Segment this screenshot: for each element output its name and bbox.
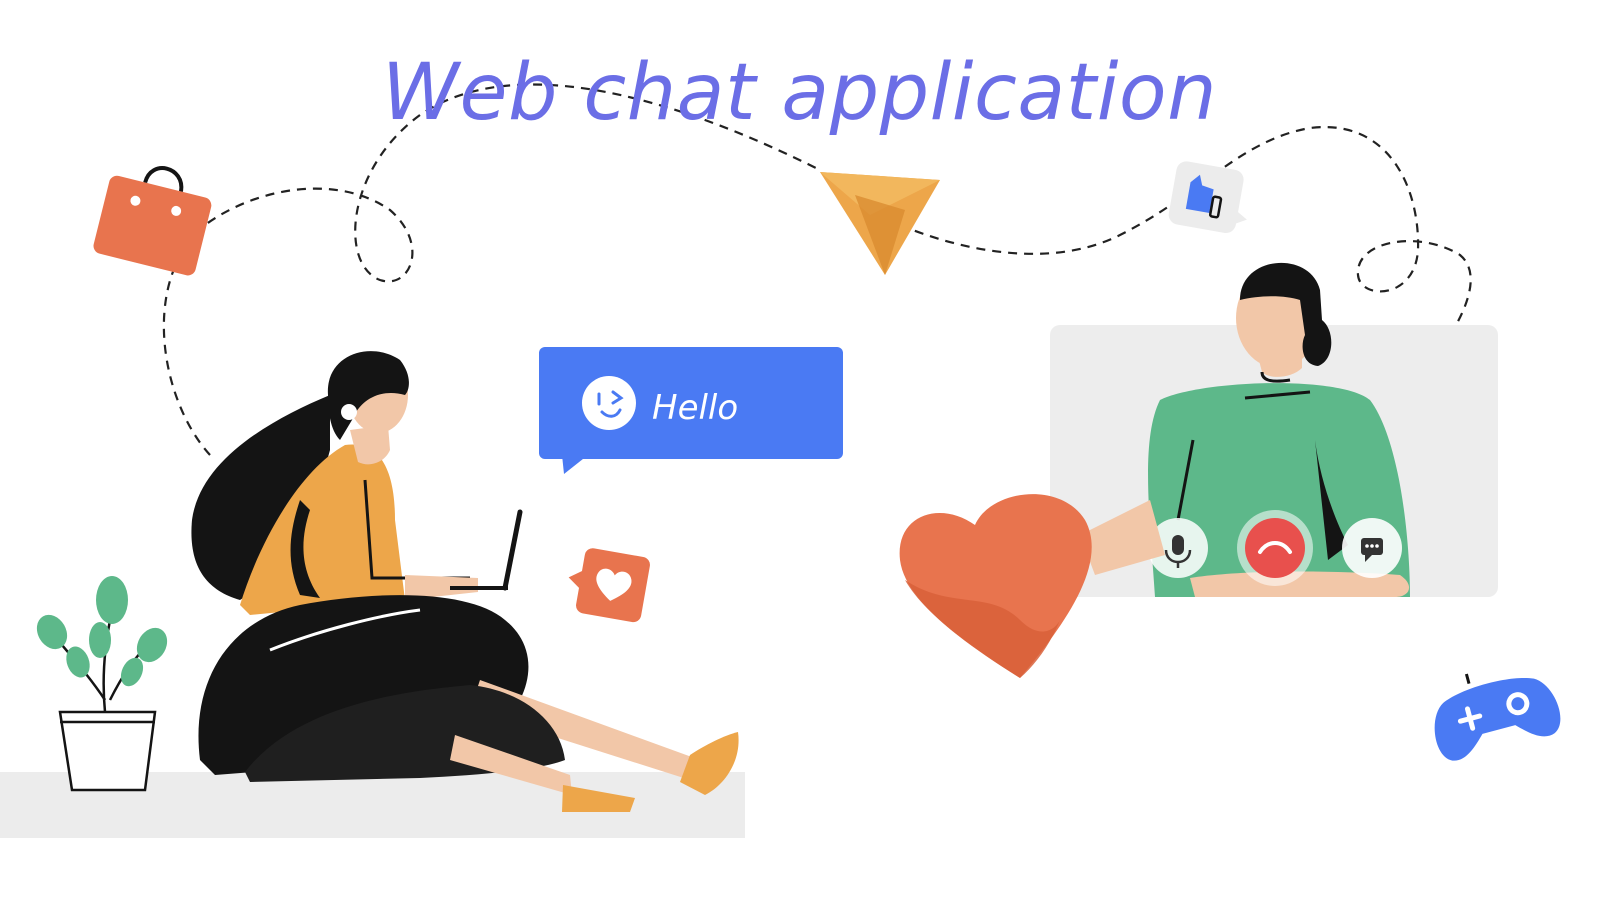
gamepad-icon: [1434, 673, 1561, 761]
thumbs-up-icon: [1168, 161, 1247, 234]
chat-bubble: Hello: [539, 347, 843, 474]
heart-icon: [899, 494, 1092, 678]
page-title: Web chat application: [381, 48, 1218, 138]
shopping-bag-icon: [93, 166, 212, 276]
paper-plane-icon: [820, 172, 940, 275]
smiley-icon: [582, 376, 636, 430]
end-call-button[interactable]: [1237, 510, 1313, 586]
chat-button[interactable]: [1342, 518, 1402, 578]
plant-icon: [36, 576, 168, 792]
chat-bubble-text: Hello: [652, 388, 738, 428]
like-heart-card: [568, 548, 650, 623]
